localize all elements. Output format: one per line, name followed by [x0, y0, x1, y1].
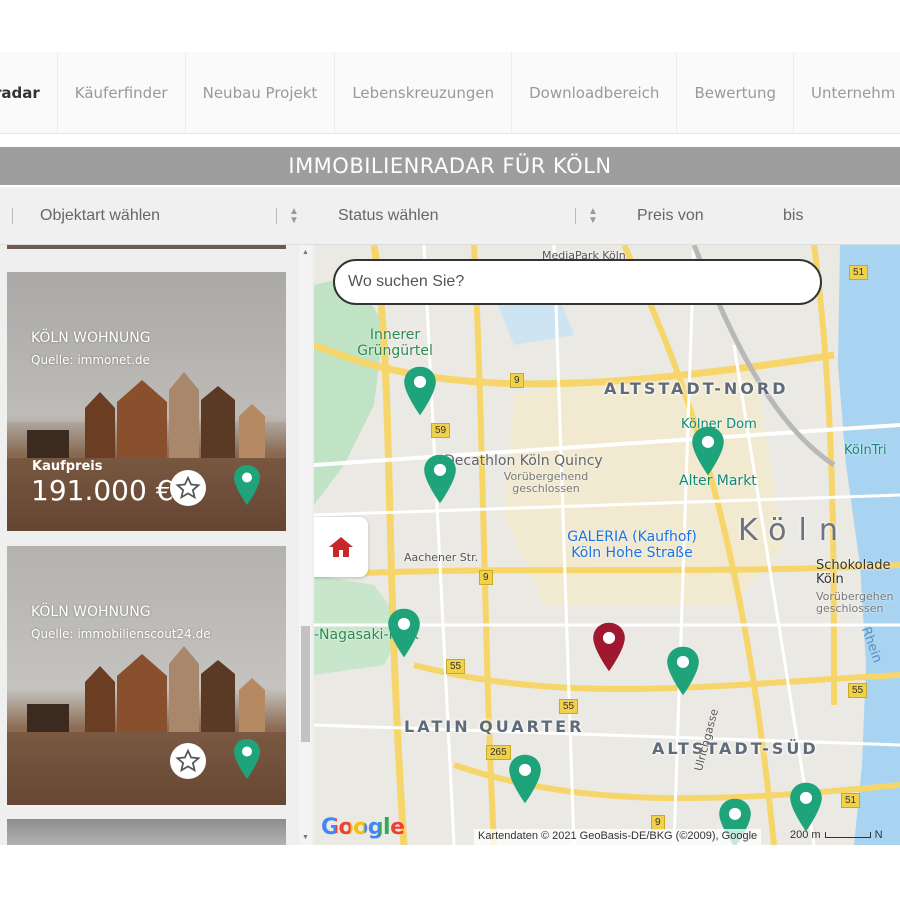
map[interactable]: 51 9 59 9 55 55 265 51 9 55 MediaPark Kö… [314, 245, 900, 845]
page-title: IMMOBILIENRADAR FÜR KÖLN [0, 147, 900, 185]
list-item-partial [7, 819, 286, 845]
listing-scrollbar[interactable]: ▲ ▼ [299, 245, 312, 845]
listing-source: Quelle: immobilienscout24.de [31, 627, 211, 641]
road-number: 55 [848, 683, 868, 698]
scale-tail: N [874, 829, 883, 841]
map-label-decathlon-status: Vorübergehend geschlossen [503, 470, 589, 495]
price-to-input[interactable]: bis [783, 187, 893, 245]
home-icon [329, 537, 353, 557]
list-item-partial [7, 245, 286, 249]
map-label-decathlon: Decathlon Köln Quincy [444, 453, 603, 469]
map-pin-icon[interactable] [403, 365, 437, 417]
favorite-star-button[interactable] [170, 470, 206, 506]
map-pin-icon[interactable] [423, 453, 457, 505]
map-pin-icon [234, 465, 260, 505]
price-to-placeholder: bis [783, 207, 804, 224]
object-type-select[interactable]: Objektart wählen [40, 187, 300, 245]
road-number: 51 [841, 793, 861, 808]
road-number: 51 [849, 265, 869, 280]
nav-item-lebenskreuzungen[interactable]: Lebenskreuzungen [335, 52, 513, 133]
listing-price: 191.000 € [31, 474, 174, 507]
price-label: Kaufpreis [32, 459, 103, 474]
map-scale: 200 m N [790, 829, 883, 841]
map-label-aachener-str: Aachener Str. [404, 551, 479, 564]
scale-label: 200 m [790, 829, 821, 841]
map-pin-icon [234, 739, 260, 779]
road-number: 9 [479, 570, 493, 585]
map-pin-icon[interactable] [789, 781, 823, 833]
district-label-altstadt-nord: ALTSTADT-NORD [604, 379, 789, 398]
map-pin-icon[interactable] [387, 607, 421, 659]
page: radar Käuferfinder Neubau Projekt Lebens… [0, 0, 900, 900]
nav-item-downloadbereich[interactable]: Downloadbereich [512, 52, 678, 133]
road-number: 59 [431, 423, 451, 438]
star-icon [175, 748, 201, 773]
scale-bar [824, 832, 871, 838]
nav-item-radar[interactable]: radar [0, 52, 58, 133]
road-number: 265 [486, 745, 511, 760]
filter-bar: Objektart wählen ▲ ▼ Status wählen ▲ ▼ Pre… [0, 187, 900, 245]
nav-item-neubau-projekt[interactable]: Neubau Projekt [186, 52, 336, 133]
map-label-schokolade-status: Vorübergehen geschlossen [816, 590, 894, 615]
price-from-input[interactable]: Preis von [637, 187, 757, 245]
chevron-up-down-icon: ▲ ▼ [588, 206, 598, 226]
district-label-latin-quarter: LATIN QUARTER [404, 717, 585, 736]
nav-item-unternehmen[interactable]: Unternehm [794, 52, 900, 133]
road-number: 9 [651, 815, 665, 830]
map-search-input[interactable]: Wo suchen Sie? [333, 259, 822, 305]
scrollbar-thumb[interactable] [301, 626, 310, 742]
google-logo: Google [321, 815, 405, 840]
status-label: Status wählen [338, 207, 439, 224]
scroll-up-icon[interactable]: ▲ [302, 249, 309, 256]
filter-divider [575, 208, 576, 224]
chevron-up-down-icon: ▲ ▼ [289, 206, 299, 226]
main-nav: radar Käuferfinder Neubau Projekt Lebens… [0, 52, 900, 134]
listing-card[interactable]: KÖLN WOHNUNG Quelle: immobilienscout24.d… [7, 546, 286, 805]
star-icon [175, 475, 201, 500]
listing-city: KÖLN WOHNUNG [31, 330, 151, 346]
map-label-gruenguertel: Innerer Grüngürtel [357, 327, 433, 359]
filter-divider [276, 208, 277, 224]
nav-item-kaeuferfinder[interactable]: Käuferfinder [58, 52, 186, 133]
filter-divider [12, 208, 13, 224]
listing-list: KÖLN WOHNUNG Quelle: immonet.de Kaufprei… [0, 245, 314, 845]
home-button[interactable] [314, 517, 368, 577]
road-number: 55 [446, 659, 466, 674]
search-placeholder: Wo suchen Sie? [348, 273, 465, 290]
map-label-schokolade: Schokolade Köln [816, 558, 891, 587]
district-label-altstadt-sued: ALTSTADT-SÜD [652, 739, 819, 758]
listing-source: Quelle: immonet.de [31, 353, 150, 367]
map-pin-icon[interactable] [666, 645, 700, 697]
map-pin-selected-icon[interactable] [592, 621, 626, 673]
status-select[interactable]: Status wählen [338, 187, 578, 245]
map-pin-icon[interactable] [691, 425, 725, 477]
road-number: 55 [559, 699, 579, 714]
object-type-label: Objektart wählen [40, 207, 161, 224]
price-from-placeholder: Preis von [637, 207, 704, 224]
nav-item-bewertung[interactable]: Bewertung [677, 52, 795, 133]
map-pin-icon[interactable] [508, 753, 542, 805]
map-label-galeria: GALERIA (Kaufhof) Köln Hohe Straße [567, 529, 697, 561]
city-label-koeln: Köln [738, 513, 850, 548]
favorite-star-button[interactable] [170, 743, 206, 779]
map-label-koelntri: KölnTri [844, 443, 887, 458]
google-logo-text: Google [321, 815, 405, 840]
map-attribution[interactable]: Kartendaten © 2021 GeoBasis-DE/BKG (©200… [474, 829, 762, 845]
listing-city: KÖLN WOHNUNG [31, 604, 151, 620]
road-number: 9 [510, 373, 524, 388]
scroll-down-icon[interactable]: ▼ [302, 834, 309, 841]
listing-card[interactable]: KÖLN WOHNUNG Quelle: immonet.de Kaufprei… [7, 272, 286, 531]
